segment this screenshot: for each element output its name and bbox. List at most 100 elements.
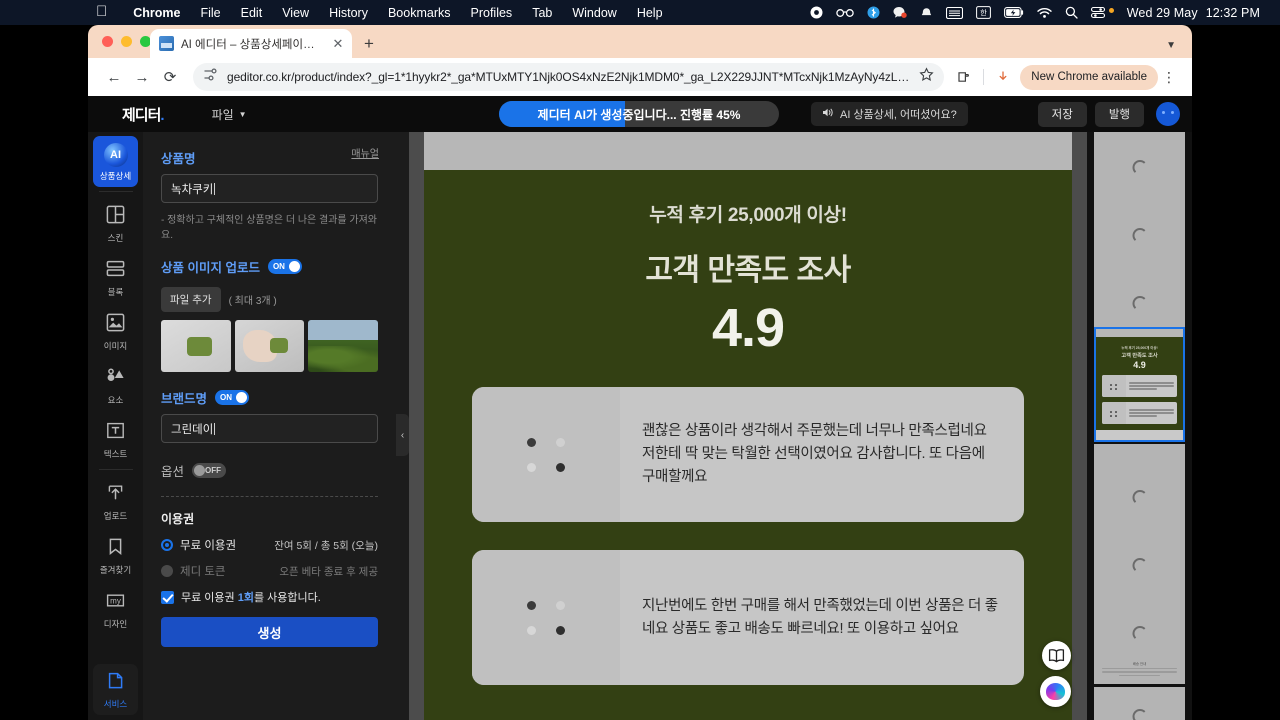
uploaded-image-1[interactable] [161,320,231,372]
spotlight-search-icon[interactable] [1065,5,1078,21]
brand-name-label-text: 브랜드명 [161,392,208,406]
forward-button[interactable]: → [128,63,156,91]
bell-icon[interactable] [920,5,933,21]
brand-name-toggle[interactable]: ON [215,390,250,405]
sidebar-item-service[interactable]: 서비스 [93,664,138,715]
checkbox-checked-icon[interactable] [161,590,174,604]
publish-button[interactable]: 발행 [1094,101,1144,127]
tab-favicon [159,36,174,51]
input-source-korean-icon[interactable]: 한 [975,5,991,21]
manual-link[interactable]: 매뉴얼 [351,145,379,160]
menu-view[interactable]: View [272,6,319,20]
menu-bookmarks[interactable]: Bookmarks [378,6,461,20]
sidebar-item-label: 상품상세 [99,171,132,181]
add-file-button[interactable]: 파일 추가 [161,287,221,312]
use-ticket-checkbox-row[interactable]: 무료 이용권 1회를 사용합니다. [161,589,378,605]
chrome-menu-icon[interactable]: ⋮ [1158,70,1180,84]
ai-assistant-button[interactable] [1040,676,1071,707]
sidebar-item-design[interactable]: my 디자인 [93,584,138,635]
sidebar-item-label: 업로드 [103,511,128,521]
sidebar-item-product-detail[interactable]: AI 상품상세 [93,136,138,187]
review-card[interactable]: 괜찮은 상품이라 생각해서 주문했는데 너무나 만족스럽네요 저한테 딱 맞는 … [472,387,1024,522]
site-settings-icon[interactable] [203,67,218,87]
save-button[interactable]: 저장 [1037,101,1087,127]
menu-bar-time: 12:32 PM [1205,5,1260,20]
messages-icon[interactable] [893,5,907,21]
menu-tab[interactable]: Tab [522,6,562,20]
browser-tab[interactable]: AI 에디터 – 상품상세페이지 생성 ✕ [150,29,352,58]
sidebar-item-element[interactable]: 요소 [93,360,138,411]
chevron-down-icon[interactable]: ▼ [1166,40,1176,51]
ticket-option-token[interactable]: 제디 토큰 오픈 베타 종료 후 제공 [161,563,378,579]
menu-file[interactable]: File [190,6,230,20]
ticket-option-free[interactable]: 무료 이용권 잔여 5회 / 총 5회 (오늘) [161,537,378,553]
option-toggle[interactable]: OFF [192,463,227,478]
menu-window[interactable]: Window [562,6,626,20]
sidebar-item-upload[interactable]: 업로드 [93,476,138,527]
close-tab-icon[interactable]: ✕ [330,36,346,52]
uploaded-image-2[interactable] [234,320,305,372]
menu-chrome[interactable]: Chrome [123,6,190,20]
address-bar[interactable]: geditor.co.kr/product/index?_gl=1*1hyykr… [193,63,945,91]
brand-name-input[interactable]: 그린데이 [161,414,378,443]
sidebar-item-block[interactable]: 블록 [93,252,138,303]
tab-strip: AI 에디터 – 상품상세페이지 생성 ✕ + ▼ [88,25,1192,58]
sidebar-item-bookmark[interactable]: 즐겨찾기 [93,530,138,581]
extensions-icon[interactable] [951,64,977,90]
feedback-button[interactable]: AI 상품상세, 어떠셨어요? [811,102,968,126]
product-name-value: 녹차쿠키 [171,183,214,196]
thumbnail-loading-card[interactable]: 배송 안내 [1094,444,1185,684]
use-ticket-post: 를 사용합니다. [253,592,321,604]
toggle-state-label: ON [272,262,285,271]
keyboard-icon[interactable] [945,5,963,21]
radio-unselected-icon[interactable] [161,565,173,577]
control-center-icon[interactable] [1090,5,1105,21]
sidebar-item-image[interactable]: 이미지 [93,306,138,357]
page-thumbnail-pane[interactable]: 누적 후기 25,000개 이상! 고객 만족도 조사 4.9 배송 안내 [1087,132,1192,720]
upload-icon [106,483,125,507]
menu-bar-clock[interactable]: Wed 29 May 12:32 PM [1127,6,1260,20]
sidebar-item-skin[interactable]: 스킨 [93,198,138,249]
bluetooth-icon[interactable] [867,5,880,21]
wifi-icon[interactable] [1037,5,1052,21]
uploaded-image-3[interactable] [308,320,379,372]
image-upload-toggle[interactable]: ON [267,259,302,274]
menu-edit[interactable]: Edit [231,6,273,20]
radio-selected-icon[interactable] [161,539,173,551]
editor-canvas[interactable]: 누적 후기 25,000개 이상! 고객 만족도 조사 4.9 괜찮은 상품이라… [409,132,1087,720]
downloads-icon[interactable] [990,64,1016,90]
text-icon [106,421,125,445]
thumbnail-loading-card[interactable] [1094,687,1185,720]
review-card[interactable]: 지난번에도 한번 구매를 해서 만족했었는데 이번 상품은 더 좋네요 상품도 … [472,550,1024,685]
menu-profiles[interactable]: Profiles [461,6,523,20]
satisfaction-section[interactable]: 누적 후기 25,000개 이상! 고객 만족도 조사 4.9 괜찮은 상품이라… [424,170,1072,720]
loading-spinner-icon [1132,160,1147,175]
apple-menu-icon[interactable]:  [96,4,107,19]
menu-history[interactable]: History [319,6,378,20]
back-button[interactable]: ← [100,63,128,91]
text-caret [214,182,216,195]
chrome-update-pill[interactable]: New Chrome available [1020,64,1158,90]
reload-button[interactable]: ⟳ [156,63,184,91]
bookmark-star-icon[interactable] [919,67,934,87]
option-label: 옵션 OFF [161,461,378,480]
app-logo[interactable]: 제디터. [122,104,165,125]
layout-icon [106,205,125,229]
battery-icon[interactable] [1003,5,1024,21]
guide-book-button[interactable] [1042,641,1071,670]
file-menu-button[interactable]: 파일 ▼ [212,106,247,123]
close-window-button[interactable] [102,36,113,47]
menu-help[interactable]: Help [627,6,673,20]
sidebar-item-text[interactable]: 텍스트 [93,414,138,465]
window-controls[interactable] [102,36,151,47]
thumbnail-selected[interactable]: 누적 후기 25,000개 이상! 고객 만족도 조사 4.9 [1094,327,1185,442]
minimize-window-button[interactable] [121,36,132,47]
avatar[interactable] [1156,102,1180,126]
glasses-icon[interactable] [835,5,854,21]
product-name-input[interactable]: 녹차쿠키 [161,174,378,203]
thumbnail-loading-card[interactable] [1094,132,1185,327]
record-icon[interactable] [810,5,823,21]
new-tab-button[interactable]: + [364,35,374,52]
collapse-panel-button[interactable]: ‹ [396,414,409,456]
generate-button[interactable]: 생성 [161,617,378,647]
